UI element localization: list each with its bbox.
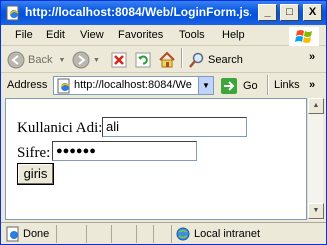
- minimize-button[interactable]: _: [258, 4, 277, 21]
- password-label: Sifre:: [17, 145, 51, 161]
- menu-bar: File Edit View Favorites Tools Help: [1, 26, 326, 46]
- menu-help[interactable]: Help: [222, 29, 245, 41]
- status-zone: Local intranet: [194, 228, 261, 240]
- search-icon: [189, 52, 204, 68]
- back-button[interactable]: Back ▼: [7, 50, 65, 70]
- back-arrow-icon: [7, 51, 25, 69]
- vertical-scrollbar[interactable]: ▲ ▼: [307, 98, 324, 220]
- scroll-up-icon[interactable]: ▲: [308, 98, 324, 114]
- toolbar: Back ▼ ▼ Search »: [1, 47, 326, 73]
- address-bar: Address http://localhost:8084/We ▼ Go Li…: [1, 74, 326, 97]
- scroll-down-icon[interactable]: ▼: [308, 203, 324, 219]
- menu-tools[interactable]: Tools: [179, 29, 205, 41]
- page-content: Kullanici Adi: ali Sifre: ●●●●●● giris: [5, 98, 307, 220]
- search-button[interactable]: Search: [188, 50, 243, 70]
- ie-page-icon: [57, 78, 70, 94]
- address-dropdown-icon[interactable]: ▼: [198, 77, 213, 94]
- status-bar: Done Local intranet: [1, 222, 326, 244]
- local-intranet-icon: [176, 227, 190, 241]
- menu-favorites[interactable]: Favorites: [118, 29, 163, 41]
- back-dropdown-icon[interactable]: ▼: [58, 57, 65, 64]
- home-icon[interactable]: [158, 51, 176, 69]
- page-done-icon: [6, 226, 19, 242]
- username-label: Kullanici Adi:: [17, 120, 103, 136]
- ie-page-icon: [6, 5, 19, 21]
- search-label: Search: [208, 54, 243, 66]
- stop-icon[interactable]: [111, 52, 127, 68]
- password-input[interactable]: ●●●●●●: [52, 141, 197, 161]
- forward-dropdown-icon[interactable]: ▼: [93, 57, 100, 64]
- username-input[interactable]: ali: [102, 117, 247, 137]
- forward-button[interactable]: ▼: [72, 50, 100, 70]
- toolbar-more-icon[interactable]: »: [309, 51, 315, 63]
- address-input[interactable]: http://localhost:8084/We ▼: [53, 76, 214, 95]
- title-bar[interactable]: http://localhost:8084/Web/LoginForm.js..…: [1, 1, 326, 25]
- menu-edit[interactable]: Edit: [46, 29, 65, 41]
- status-done: Done: [23, 228, 50, 240]
- close-button[interactable]: X: [303, 4, 322, 21]
- go-label: Go: [243, 80, 258, 92]
- maximize-button[interactable]: □: [280, 4, 299, 21]
- back-label: Back: [28, 54, 53, 66]
- links-more-icon[interactable]: »: [309, 79, 315, 91]
- windows-logo-icon: [289, 27, 319, 46]
- forward-arrow-icon: [72, 51, 90, 69]
- go-button[interactable]: Go: [220, 77, 258, 95]
- login-button[interactable]: giris: [17, 163, 54, 185]
- refresh-icon[interactable]: [135, 52, 151, 68]
- links-label[interactable]: Links: [274, 79, 300, 91]
- menu-view[interactable]: View: [80, 29, 104, 41]
- browser-window: http://localhost:8084/Web/LoginForm.js..…: [0, 0, 327, 245]
- go-arrow-icon: [221, 78, 237, 94]
- window-title: http://localhost:8084/Web/LoginForm.js..…: [25, 5, 251, 19]
- address-label: Address: [7, 79, 48, 91]
- address-url: http://localhost:8084/We: [74, 79, 192, 91]
- menu-file[interactable]: File: [15, 29, 33, 41]
